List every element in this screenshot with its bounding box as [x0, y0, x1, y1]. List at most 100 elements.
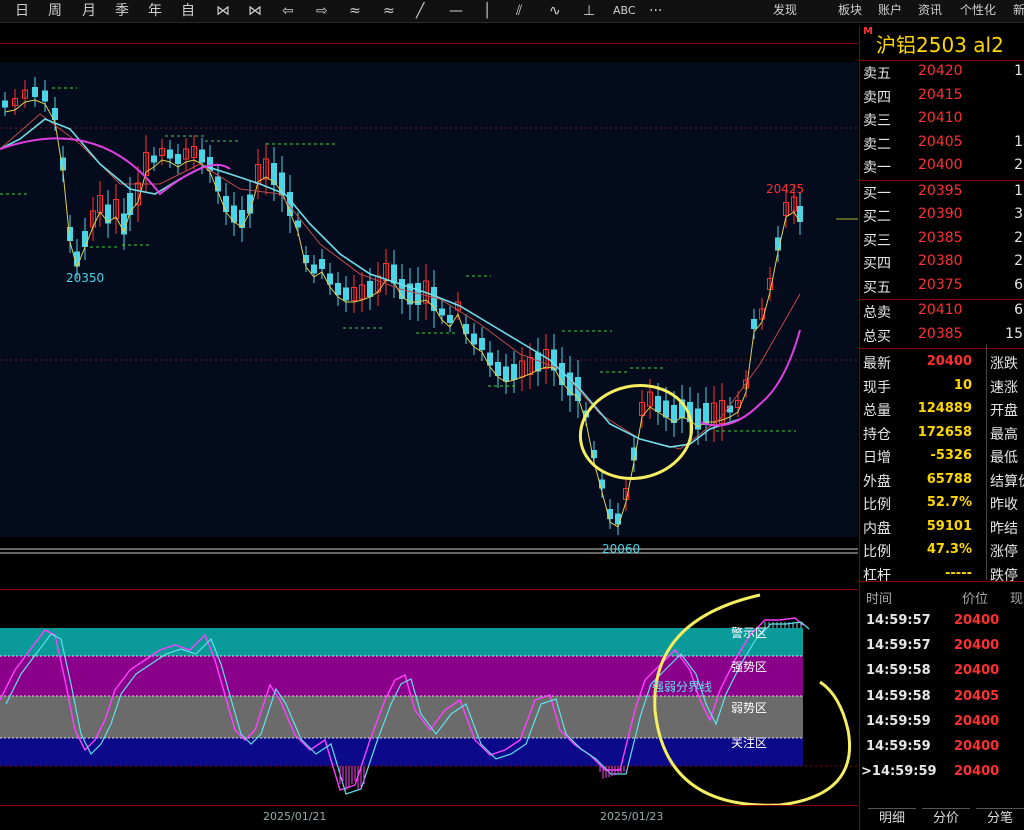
tick-row[interactable]: 14:59:59 20400: [860, 710, 1024, 735]
bid-label: 买五: [863, 279, 891, 296]
ask-label: 卖四: [863, 89, 891, 106]
x-axis-date: 2025/01/21: [263, 810, 327, 823]
quote-label-2: 最高: [990, 426, 1018, 443]
toolbar-menu-5[interactable]: 新: [1013, 0, 1024, 22]
quote-panel: M 沪铝2503 al2 卖五 20420 1 卖四 20415 卖三 20410 卖二 204…: [859, 26, 1024, 830]
tick-header-price: 价位: [962, 592, 989, 607]
tab-0[interactable]: 明细: [868, 808, 916, 829]
symbol-name[interactable]: 沪铝2503 al2: [876, 29, 1004, 58]
ask-volume: 1: [1014, 133, 1023, 150]
quote-row: 现手 10 速涨: [860, 375, 1024, 398]
quote-value: -----: [945, 565, 972, 581]
toolbar-tool-10[interactable]: ≈: [349, 1, 361, 21]
toolbar-tool-8[interactable]: ⇦: [282, 1, 294, 21]
total-row[interactable]: 总买 20385 15: [860, 324, 1024, 347]
quote-value: 47.3%: [926, 542, 972, 557]
ask-row[interactable]: 卖五 20420 1: [860, 61, 1024, 84]
toolbar-tool-19[interactable]: ···: [649, 1, 662, 21]
bid-label: 买四: [863, 256, 891, 272]
tick-row[interactable]: >14:59:59 20400: [860, 760, 1024, 785]
high-price-label: 20425: [766, 182, 804, 196]
bid-row[interactable]: 买三 20385 2: [860, 228, 1024, 251]
ask-label: 卖三: [863, 113, 891, 129]
quote-label-2: 涨跌: [990, 356, 1018, 372]
toolbar-tool-3[interactable]: 季: [115, 1, 129, 21]
tick-row[interactable]: 14:59:57 20400: [860, 609, 1024, 634]
toolbar-tool-2[interactable]: 月: [82, 1, 96, 21]
ask-row[interactable]: 卖四 20415: [860, 85, 1024, 108]
ask-row[interactable]: 卖一 20400 2: [860, 155, 1024, 178]
candle-body: [655, 396, 661, 412]
toolbar-tool-17[interactable]: ⊥: [583, 1, 595, 21]
candle-body: [32, 87, 38, 97]
toolbar-tool-14[interactable]: │: [483, 1, 491, 21]
bid-row[interactable]: 买四 20380 2: [860, 251, 1024, 274]
ask-row[interactable]: 卖三 20410: [860, 108, 1024, 131]
quote-value: 65788: [926, 471, 972, 487]
indicator-svg: 警示区强势区弱势区关注区 强弱分界线: [0, 593, 858, 807]
candle-body: [151, 155, 157, 163]
toolbar: 日周月季年自 ⋈ ⋈ ⇦ ⇨ ≈ ≈ ╱ — │ ⫽ ∿ ⊥ ABC ··· 发现 板块 账户 资讯 个性化新: [0, 0, 1024, 23]
candlestick-svg: 20425 20060 20350: [0, 62, 858, 556]
toolbar-tool-6[interactable]: ⋈: [216, 1, 230, 21]
tick-row[interactable]: 14:59:58 20400: [860, 659, 1024, 684]
candle-body: [223, 196, 229, 212]
toolbar-tool-18[interactable]: ABC: [613, 1, 636, 21]
bid-label: 买二: [863, 209, 891, 225]
candle-body: [319, 259, 325, 269]
tick-time: 14:59:58: [866, 663, 931, 679]
tick-row[interactable]: 14:59:59 20400: [860, 735, 1024, 760]
toolbar-menu-4[interactable]: 个性化: [960, 0, 996, 22]
toolbar-tool-16[interactable]: ∿: [549, 1, 561, 21]
tick-price: 20400: [954, 739, 1000, 754]
toolbar-tool-13[interactable]: —: [449, 1, 463, 21]
quote-row: 持仓 172658 最高: [860, 422, 1024, 445]
toolbar-tool-4[interactable]: 年: [148, 1, 162, 21]
toolbar-tool-9[interactable]: ⇨: [316, 1, 328, 21]
x-axis-date: 2025/01/23: [600, 810, 664, 823]
bid-price: 20375: [918, 276, 963, 293]
zone-label: 强势区: [731, 660, 767, 674]
zone-label: 关注区: [731, 735, 767, 750]
candle-body: [535, 352, 541, 372]
tick-row[interactable]: 14:59:57 20400: [860, 634, 1024, 659]
tab-2[interactable]: 分笔: [976, 808, 1024, 829]
candle-body: [703, 403, 709, 425]
toolbar-tool-11[interactable]: ≈: [383, 1, 395, 21]
toolbar-tool-1[interactable]: 周: [48, 1, 62, 21]
bid-price: 20390: [918, 206, 963, 222]
tab-1[interactable]: 分价: [922, 808, 970, 829]
toolbar-tool-15[interactable]: ⫽: [516, 1, 522, 21]
ask-row[interactable]: 卖二 20405 1: [860, 132, 1024, 155]
tick-time: 14:59:59: [866, 713, 931, 729]
ask-price: 20410: [918, 110, 963, 126]
tick-row[interactable]: 14:59:58 20405: [860, 685, 1024, 710]
local-low-label: 20350: [66, 271, 104, 285]
divider: [860, 348, 1024, 349]
candle-body: [511, 364, 517, 380]
candlestick-chart[interactable]: 20425 20060 20350: [0, 44, 858, 559]
quote-label: 现手: [863, 379, 891, 396]
tick-price: 20400: [954, 613, 1000, 628]
divider: [860, 581, 1024, 582]
toolbar-menu-0[interactable]: 发现: [773, 0, 797, 22]
zone-watch: [0, 738, 803, 766]
bid-row[interactable]: 买一 20395 1: [860, 181, 1024, 204]
candle-body: [391, 264, 397, 284]
candle-body: [447, 315, 453, 323]
toolbar-tool-12[interactable]: ╱: [416, 1, 424, 21]
toolbar-menu-2[interactable]: 账户: [878, 0, 902, 22]
toolbar-tool-5[interactable]: 自: [181, 1, 195, 21]
total-row[interactable]: 总卖 20410 6: [860, 300, 1024, 323]
candle-body: [343, 287, 349, 301]
indicator-chart[interactable]: 警示区 强势区 弱势区 关注区 强弱分界线: [0, 590, 858, 807]
toolbar-menu-3[interactable]: 资讯: [918, 0, 942, 22]
toolbar-menu-1[interactable]: 板块: [838, 0, 862, 22]
quote-value: 59101: [926, 518, 972, 534]
toolbar-tool-7[interactable]: ⋈: [248, 1, 262, 21]
bid-row[interactable]: 买五 20375 6: [860, 275, 1024, 298]
quote-label-2: 开盘: [990, 403, 1018, 419]
toolbar-tool-0[interactable]: 日: [15, 1, 29, 21]
bid-row[interactable]: 买二 20390 3: [860, 204, 1024, 227]
tick-header-volume: 现: [1010, 592, 1024, 607]
